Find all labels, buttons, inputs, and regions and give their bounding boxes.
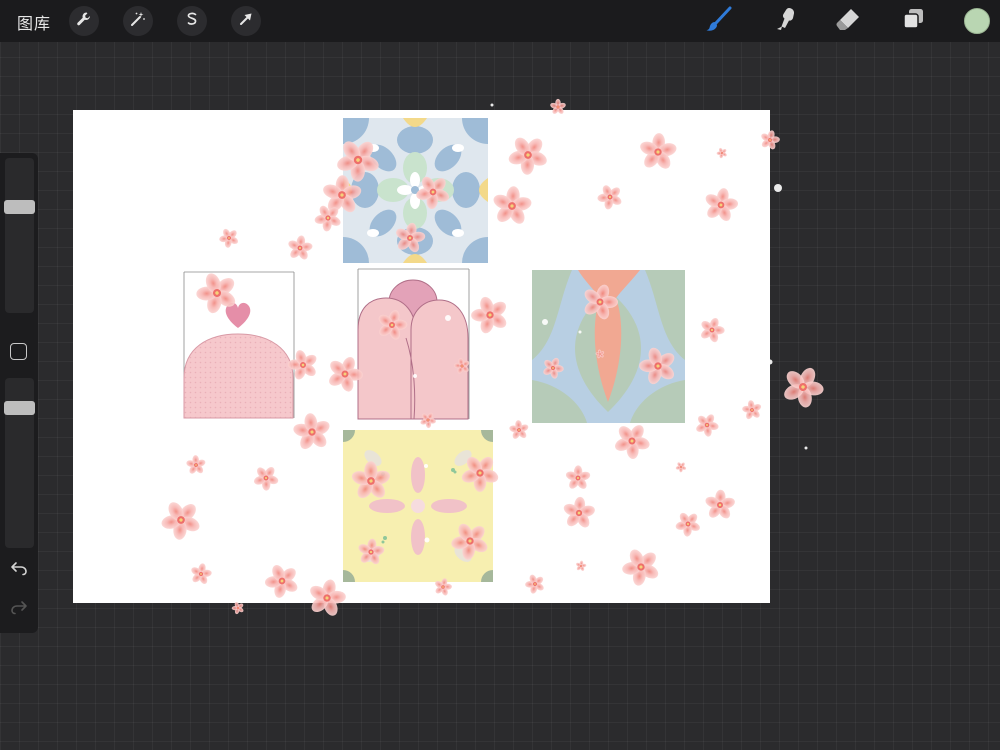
redo-button[interactable] [8, 598, 30, 620]
sparkle-dot [804, 446, 808, 450]
wrench-icon [76, 11, 92, 31]
modify-button[interactable] [10, 343, 27, 360]
color-picker-button[interactable] [964, 8, 990, 34]
cherry-blossom-stamp [774, 358, 832, 416]
layers-button[interactable] [898, 7, 928, 35]
sparkle-dot [490, 103, 494, 107]
yellow-flower-tile [343, 430, 493, 582]
transform-arrow-icon [238, 11, 254, 31]
magic-wand-icon [130, 11, 146, 31]
undo-button[interactable] [8, 559, 30, 581]
brush-icon [705, 6, 733, 36]
top-toolbar: 图库 [0, 0, 1000, 42]
drawing-canvas[interactable] [73, 110, 770, 603]
selection-icon [184, 11, 200, 31]
blue-floral-tile [343, 118, 488, 263]
pink-fingers-sketch [357, 268, 470, 420]
brush-tool-button[interactable] [704, 6, 734, 36]
eraser-tool-button[interactable] [833, 7, 863, 35]
brush-size-slider-thumb[interactable] [4, 200, 35, 215]
smudge-icon [772, 6, 798, 36]
actions-button[interactable] [69, 6, 99, 36]
transform-button[interactable] [231, 6, 261, 36]
blue-green-pink-tile [532, 270, 685, 423]
redo-icon [10, 599, 28, 619]
brush-size-slider[interactable] [5, 158, 34, 313]
gallery-button[interactable]: 图库 [17, 10, 51, 34]
selection-button[interactable] [177, 6, 207, 36]
left-sidebar [0, 153, 38, 633]
adjustments-button[interactable] [123, 6, 153, 36]
eraser-icon [835, 7, 861, 35]
pink-heart-arch-sketch [183, 271, 295, 419]
sparkle-dot [774, 184, 782, 192]
smudge-tool-button[interactable] [770, 7, 800, 35]
opacity-slider-thumb[interactable] [4, 401, 35, 416]
undo-icon [10, 560, 28, 580]
layers-icon [900, 6, 926, 36]
